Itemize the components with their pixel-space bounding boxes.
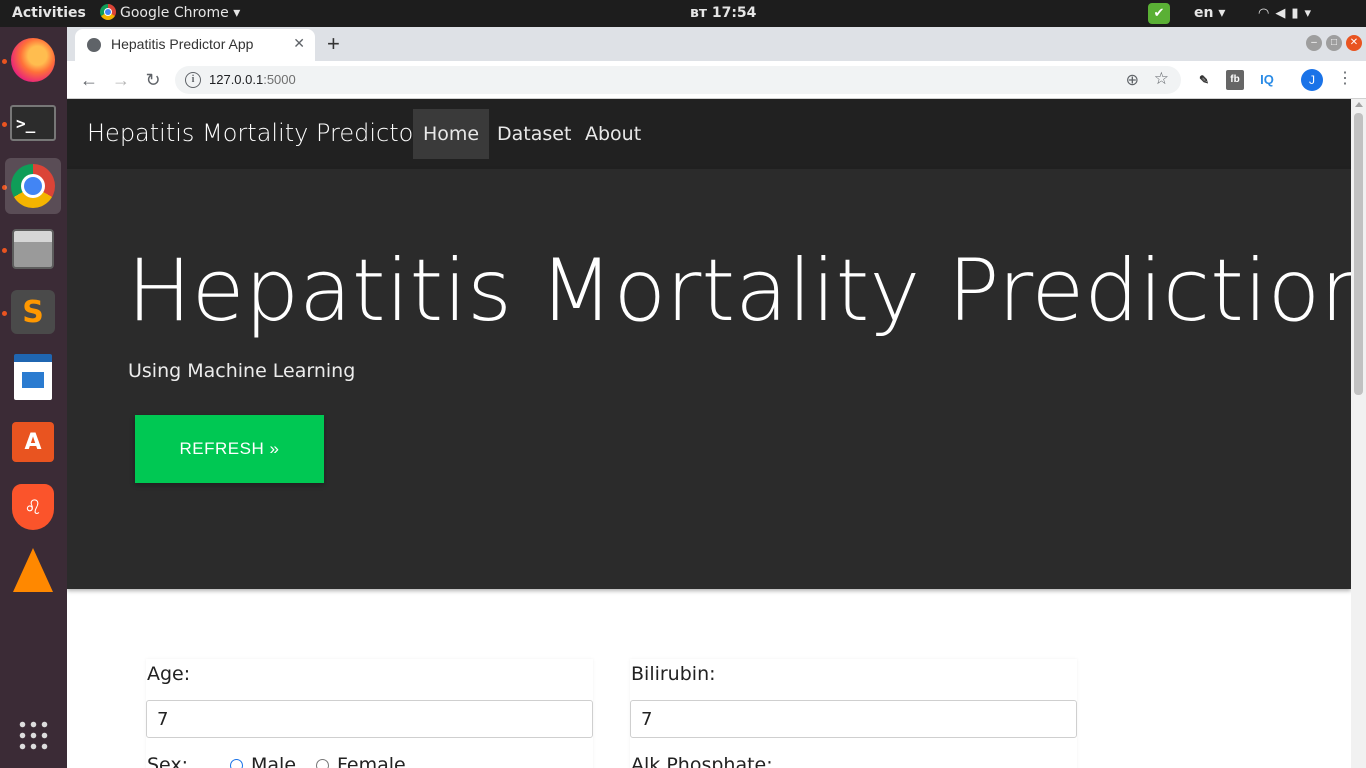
scroll-up-arrow-icon[interactable] — [1355, 102, 1363, 107]
new-tab-button[interactable]: + — [327, 31, 340, 57]
show-apps-icon — [17, 719, 49, 751]
bilirubin-label: Bilirubin: — [631, 663, 716, 685]
libreoffice-writer-icon — [14, 354, 52, 400]
dock-files[interactable] — [5, 221, 61, 277]
tab-title: Hepatitis Predictor App — [111, 36, 254, 52]
sublime-text-icon: S — [11, 290, 55, 334]
caret-down-icon: ▾ — [1218, 5, 1226, 21]
vlc-icon — [13, 548, 53, 592]
tab-hepatitis-predictor-app[interactable]: Hepatitis Predictor App ✕ — [75, 29, 315, 61]
forward-icon[interactable]: → — [108, 67, 134, 93]
url-host: 127.0.0.1 — [209, 72, 264, 87]
alk-phosphate-label: Alk Phosphate: — [631, 754, 773, 768]
age-input[interactable] — [146, 700, 593, 738]
ubuntu-dock: >_ S A ♌ — [0, 27, 67, 768]
gnome-top-bar: Activities Google Chrome ▾ вт 17:54 ✔ en… — [0, 0, 1366, 27]
sex-male-label: Male — [251, 754, 297, 768]
brave-icon: ♌ — [12, 484, 54, 530]
close-icon[interactable]: ✕ — [293, 35, 305, 52]
dock-chrome[interactable] — [5, 158, 61, 214]
hero-jumbotron: Hepatitis Mortality Prediction Using Mac… — [67, 169, 1351, 589]
chrome-window: Hepatitis Predictor App ✕ + – □ ✕ ← → ↻ … — [67, 27, 1366, 768]
chrome-icon — [100, 4, 116, 20]
caret-down-icon: ▾ — [1304, 6, 1318, 21]
files-icon — [12, 229, 54, 269]
globe-icon — [87, 38, 101, 52]
age-label: Age: — [147, 663, 191, 685]
dock-show-applications[interactable] — [5, 707, 61, 763]
dock-terminal[interactable]: >_ — [5, 95, 61, 151]
extension-pen-icon[interactable]: ✎ — [1195, 70, 1213, 90]
site-navbar: Hepatitis Mortality Predictor Home Datas… — [67, 99, 1351, 169]
minimize-icon[interactable]: – — [1306, 35, 1322, 51]
url-port: :5000 — [263, 72, 296, 87]
bilirubin-input[interactable] — [630, 700, 1077, 738]
keyboard-layout-indicator[interactable]: en ▾ — [1194, 0, 1225, 27]
hero-subtitle: Using Machine Learning — [128, 360, 356, 382]
nav-dataset[interactable]: Dataset — [487, 109, 581, 159]
dock-brave[interactable]: ♌ — [5, 479, 61, 535]
tab-strip: Hepatitis Predictor App ✕ + – □ ✕ — [67, 27, 1366, 61]
sex-female-radio[interactable] — [316, 759, 329, 768]
clock[interactable]: вт 17:54 — [690, 0, 756, 27]
checkmark-indicator-icon[interactable]: ✔ — [1148, 3, 1170, 24]
address-bar[interactable]: i 127.0.0.1:5000 ⊕ ☆ — [175, 66, 1181, 94]
maximize-icon[interactable]: □ — [1326, 35, 1342, 51]
site-brand[interactable]: Hepatitis Mortality Predictor — [87, 119, 423, 147]
page-scrollbar[interactable] — [1351, 99, 1366, 768]
system-menu[interactable]: ◠◀▮▾ — [1258, 0, 1317, 27]
browser-toolbar: ← → ↻ i 127.0.0.1:5000 ⊕ ☆ ✎ fb IQ J ⋮ — [67, 61, 1366, 99]
form-card-right: Bilirubin: Alk Phosphate: — [630, 659, 1077, 768]
software-center-icon: A — [12, 422, 54, 462]
profile-avatar[interactable]: J — [1301, 69, 1323, 91]
app-menu-label: Google Chrome — [120, 5, 229, 21]
back-icon[interactable]: ← — [76, 67, 102, 93]
close-window-icon[interactable]: ✕ — [1346, 35, 1362, 51]
firefox-icon — [11, 38, 55, 82]
scroll-thumb[interactable] — [1354, 113, 1363, 395]
zoom-icon[interactable]: ⊕ — [1126, 70, 1139, 90]
caret-down-icon: ▾ — [233, 5, 241, 21]
sex-female-label: Female — [337, 754, 406, 768]
app-menu-google-chrome[interactable]: Google Chrome ▾ — [100, 0, 240, 27]
dock-vlc[interactable] — [5, 542, 61, 598]
kebab-menu-icon[interactable]: ⋮ — [1337, 68, 1353, 88]
reload-icon[interactable]: ↻ — [140, 67, 166, 93]
dock-software-center[interactable]: A — [5, 414, 61, 470]
dock-libreoffice-writer[interactable] — [5, 349, 61, 405]
battery-icon: ▮ — [1291, 6, 1305, 21]
terminal-icon: >_ — [10, 105, 56, 141]
activities-button[interactable]: Activities — [12, 0, 86, 27]
nav-home[interactable]: Home — [413, 109, 490, 159]
volume-icon: ◀ — [1275, 6, 1292, 21]
sex-label: Sex: — [147, 754, 189, 768]
extension-iq-icon[interactable]: IQ — [1256, 70, 1278, 90]
window-controls: – □ ✕ — [1306, 35, 1362, 51]
dock-sublime-text[interactable]: S — [5, 284, 61, 340]
wifi-icon: ◠ — [1258, 6, 1276, 21]
nav-about[interactable]: About — [575, 109, 651, 159]
extension-fb-icon[interactable]: fb — [1226, 70, 1244, 90]
hero-title: Hepatitis Mortality Prediction — [127, 241, 1351, 341]
refresh-button[interactable]: REFRESH » — [135, 415, 324, 483]
sex-male-radio[interactable] — [230, 759, 243, 768]
info-icon[interactable]: i — [185, 72, 201, 88]
keyboard-layout-label: en — [1194, 5, 1214, 21]
star-icon[interactable]: ☆ — [1154, 69, 1169, 89]
page-viewport: Hepatitis Mortality Predictor Home Datas… — [67, 99, 1351, 768]
form-card-left: Age: Sex: Male Female — [146, 659, 593, 768]
url-text[interactable]: 127.0.0.1:5000 — [209, 72, 296, 87]
dock-firefox[interactable] — [5, 32, 61, 88]
chrome-icon — [11, 164, 55, 208]
